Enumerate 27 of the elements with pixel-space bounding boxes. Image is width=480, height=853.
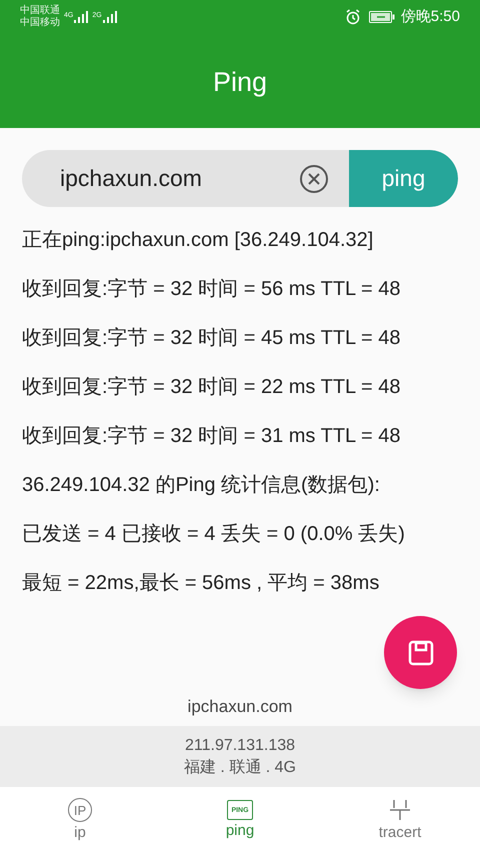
save-icon (408, 640, 434, 666)
clear-icon[interactable] (299, 164, 329, 194)
result-line: 收到回复:字节 = 32 时间 = 56 ms TTL = 48 (22, 277, 402, 301)
result-line: 收到回复:字节 = 32 时间 = 45 ms TTL = 48 (22, 326, 402, 350)
result-line: 已发送 = 4 已接收 = 4 丢失 = 0 (0.0% 丢失) (22, 522, 406, 546)
location-text: 福建 . 联通 . 4G (184, 758, 296, 778)
ip-address: 211.97.131.138 (184, 736, 296, 756)
result-line: 正在ping:ipchaxun.com [36.249.104.32] (22, 228, 374, 252)
screen-title: Ping (212, 66, 268, 99)
clock-time: 傍晚5:50 (400, 6, 460, 27)
signal-icon (74, 11, 88, 23)
site-label: ipchaxun.com (186, 696, 294, 718)
alarm-icon (344, 9, 361, 25)
result-line: 36.249.104.32 的Ping 统计信息(数据包): (22, 473, 381, 497)
result-line: 收到回复:字节 = 32 时间 = 31 ms TTL = 48 (22, 424, 402, 448)
carrier-label: 中国联通 (20, 5, 60, 16)
signal-icon (102, 11, 117, 23)
route-icon (388, 798, 412, 822)
battery-icon (368, 11, 395, 23)
result-line: 收到回复:字节 = 32 时间 = 22 ms TTL = 48 (22, 375, 402, 399)
ip-icon: IP (68, 798, 92, 822)
nav-tab[interactable]: IP ip (0, 787, 160, 853)
result-line: 最短 = 22ms,最长 = 56ms , 平均 = 38ms (22, 571, 380, 595)
nav-tab[interactable]: tracert (320, 787, 480, 853)
carrier-label: 中国移动 (20, 17, 60, 29)
ping-button[interactable]: ping (349, 150, 458, 207)
url-input-field[interactable]: ipchaxun.com ping (22, 150, 458, 207)
